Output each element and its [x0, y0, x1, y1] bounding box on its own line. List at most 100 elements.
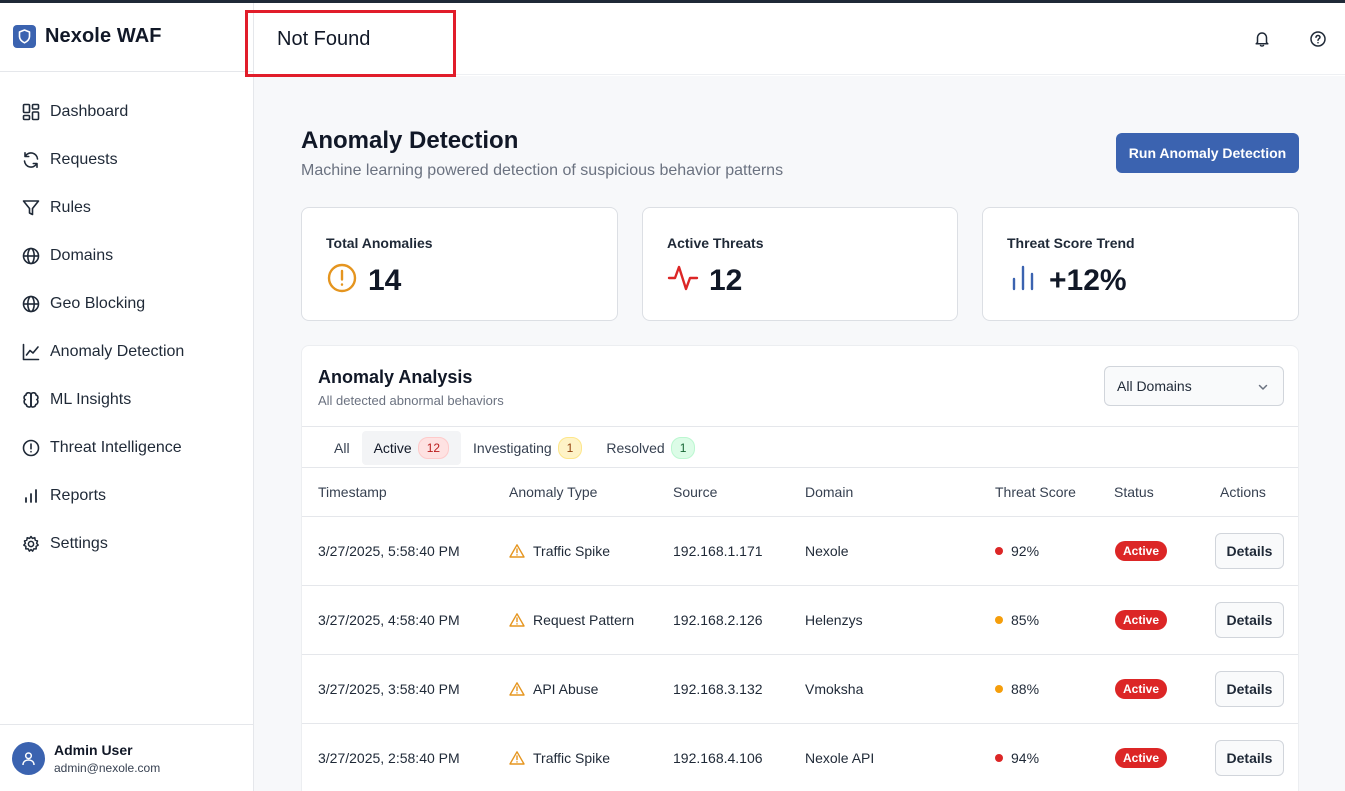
score-dot: [995, 754, 1003, 762]
column-header-anomaly-type: Anomaly Type: [509, 484, 598, 500]
details-button[interactable]: Details: [1215, 533, 1284, 569]
score-dot: [995, 685, 1003, 693]
sidebar-item-reports[interactable]: Reports: [0, 472, 253, 520]
sidebar-item-settings[interactable]: Settings: [0, 520, 253, 568]
stat-card-threat-score-trend: Threat Score Trend +12%: [982, 207, 1299, 321]
sidebar-item-label: ML Insights: [50, 391, 132, 408]
threat-score-cell: 88%: [995, 681, 1039, 697]
card-label: Total Anomalies: [326, 235, 433, 251]
column-header-actions: Actions: [1220, 484, 1266, 500]
user-profile[interactable]: Admin User admin@nexole.com: [12, 742, 160, 775]
warning-icon: [509, 681, 525, 697]
card-value: +12%: [1049, 263, 1127, 297]
warning-icon: [509, 543, 525, 559]
sidebar-nav: Dashboard Requests Rules Domains Geo Blo…: [0, 88, 253, 568]
gear-icon: [21, 534, 41, 554]
table-row: 3/27/2025, 4:58:40 PM Request Pattern 192.…: [302, 586, 1298, 655]
domain-cell: Helenzys: [805, 612, 863, 628]
run-anomaly-detection-button[interactable]: Run Anomaly Detection: [1116, 133, 1299, 173]
source-ip: 192.168.3.132: [673, 681, 763, 697]
page-subtitle: Machine learning powered detection of su…: [301, 162, 784, 179]
column-header-source: Source: [673, 484, 718, 500]
divider: [0, 71, 253, 72]
details-button[interactable]: Details: [1215, 671, 1284, 707]
sidebar-item-requests[interactable]: Requests: [0, 136, 253, 184]
alert-circle-icon: [326, 262, 358, 299]
source-ip: 192.168.4.106: [673, 750, 763, 766]
anomaly-type: Request Pattern: [533, 612, 635, 628]
table-row: 3/27/2025, 2:58:40 PM Traffic Spike 192.16…: [302, 724, 1298, 791]
sidebar-item-geo-blocking[interactable]: Geo Blocking: [0, 280, 253, 328]
timestamp: 3/27/2025, 2:58:40 PM: [318, 750, 460, 766]
sidebar-item-label: Settings: [50, 535, 108, 552]
bell-icon[interactable]: [1253, 30, 1271, 48]
card-value: 12: [709, 263, 743, 297]
column-header-domain: Domain: [805, 484, 854, 500]
page-title: Anomaly Detection: [301, 127, 519, 154]
tab-label: Investigating: [473, 440, 552, 456]
domain-select[interactable]: All Domains: [1104, 366, 1284, 406]
threat-score: 85%: [1011, 612, 1040, 628]
status-badge: Active: [1115, 679, 1168, 699]
filter-icon: [21, 198, 41, 218]
anomaly-type-cell: Traffic Spike: [509, 543, 610, 559]
source-cell: 192.168.4.106: [673, 750, 763, 766]
threat-score-cell: 94%: [995, 750, 1039, 766]
timestamp-cell: 3/27/2025, 5:58:40 PM: [318, 543, 460, 559]
count-badge: 12: [417, 437, 450, 459]
details-button[interactable]: Details: [1215, 602, 1284, 638]
threat-score-cell: 92%: [995, 543, 1039, 559]
sidebar-item-label: Reports: [50, 487, 107, 504]
details-button[interactable]: Details: [1215, 740, 1284, 776]
user-name: Admin User: [54, 742, 133, 758]
sidebar-item-anomaly-detection[interactable]: Anomaly Detection: [0, 328, 253, 376]
sidebar-item-rules[interactable]: Rules: [0, 184, 253, 232]
sidebar-item-threat-intelligence[interactable]: Threat Intelligence: [0, 424, 253, 472]
threat-score: 94%: [1011, 750, 1040, 766]
count-badge: 1: [557, 437, 583, 459]
brand[interactable]: Nexole WAF: [13, 25, 162, 48]
bar-chart-icon: [21, 486, 41, 506]
domain-select-value: All Domains: [1117, 378, 1192, 394]
column-header-threat-score: Threat Score: [995, 484, 1076, 500]
status-badge: Active: [1115, 610, 1168, 630]
panel-subtitle: All detected abnormal behaviors: [318, 393, 504, 408]
score-dot: [995, 616, 1003, 624]
card-label: Active Threats: [667, 235, 764, 251]
timestamp: 3/27/2025, 4:58:40 PM: [318, 612, 460, 628]
timestamp-cell: 3/27/2025, 4:58:40 PM: [318, 612, 460, 628]
dashboard-icon: [21, 102, 41, 122]
alert-circle-icon: [21, 438, 41, 458]
tab-all[interactable]: All: [322, 431, 362, 465]
divider: [302, 467, 1298, 468]
domain: Nexole API: [805, 750, 875, 766]
sidebar-item-label: Dashboard: [50, 103, 129, 120]
table-row: 3/27/2025, 3:58:40 PM API Abuse 192.168.3.…: [302, 655, 1298, 724]
tab-active[interactable]: Active 12: [361, 431, 462, 465]
column-header-status: Status: [1114, 484, 1154, 500]
sidebar-item-ml-insights[interactable]: ML Insights: [0, 376, 253, 424]
globe-icon: [21, 246, 41, 266]
status-tabs: All Active 12 Investigating 1 Resolved 1: [322, 431, 707, 465]
sidebar-item-label: Rules: [50, 199, 91, 216]
threat-score-cell: 85%: [995, 612, 1039, 628]
help-circle-icon[interactable]: [1309, 30, 1327, 48]
tab-resolved[interactable]: Resolved 1: [594, 431, 707, 465]
table-row: 3/27/2025, 5:58:40 PM Traffic Spike 192.16…: [302, 517, 1298, 586]
source-ip: 192.168.2.126: [673, 612, 763, 628]
top-border: [0, 0, 1345, 3]
shield-logo-icon: [13, 25, 36, 48]
sidebar-item-dashboard[interactable]: Dashboard: [0, 88, 253, 136]
tab-investigating[interactable]: Investigating 1: [461, 431, 594, 465]
source-cell: 192.168.1.171: [673, 543, 763, 559]
sidebar-item-domains[interactable]: Domains: [0, 232, 253, 280]
domain-cell: Nexole API: [805, 750, 874, 766]
domain: Helenzys: [805, 612, 863, 628]
column-header-timestamp: Timestamp: [318, 484, 387, 500]
timestamp-cell: 3/27/2025, 3:58:40 PM: [318, 681, 460, 697]
brain-icon: [21, 390, 41, 410]
source-ip: 192.168.1.171: [673, 543, 763, 559]
count-badge: 1: [670, 437, 696, 459]
threat-score: 88%: [1011, 681, 1040, 697]
threat-score: 92%: [1011, 543, 1040, 559]
